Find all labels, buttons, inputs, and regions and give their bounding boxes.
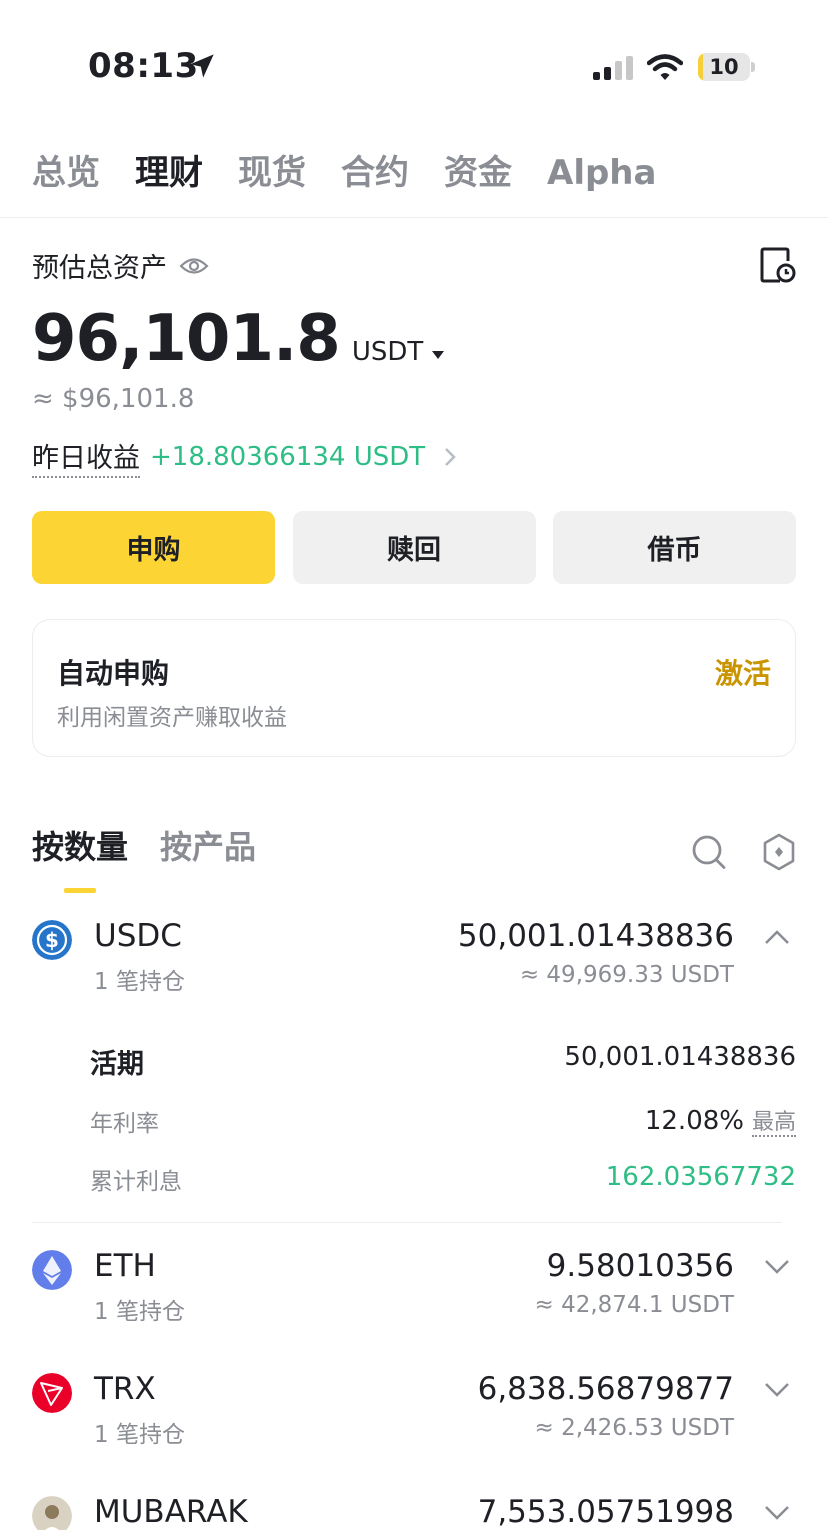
location-arrow-icon bbox=[190, 54, 214, 78]
apr-label: 年利率 bbox=[90, 1111, 159, 1137]
auto-subscribe-title: 自动申购 bbox=[57, 657, 170, 690]
asset-label: 预估总资产 bbox=[32, 253, 167, 284]
approx-usd-value: ≈ $96,101.8 bbox=[32, 384, 195, 414]
coin-amount: 6,838.56879877 bbox=[477, 1371, 734, 1407]
active-tab-indicator bbox=[64, 888, 96, 893]
interest-label: 累计利息 bbox=[90, 1169, 182, 1195]
coin-amount: 50,001.01438836 bbox=[457, 918, 734, 954]
chevron-right-icon[interactable] bbox=[443, 446, 457, 468]
coin-symbol: MUBARAK bbox=[94, 1494, 248, 1530]
activate-button[interactable]: 激活 bbox=[715, 652, 771, 692]
tab-overview[interactable]: 总览 bbox=[32, 150, 100, 200]
top-tabs: 总览 理财 现货 合约 资金 Alpha bbox=[32, 150, 691, 200]
coin-symbol: ETH bbox=[94, 1248, 156, 1284]
trx-coin-icon bbox=[32, 1373, 72, 1413]
coin-symbol: USDC bbox=[94, 918, 182, 954]
usdc-coin-icon: $ bbox=[32, 920, 72, 960]
row-divider bbox=[32, 1222, 782, 1223]
wifi-icon bbox=[647, 54, 683, 80]
coin-amount: 7,553.05751998 bbox=[477, 1494, 734, 1530]
coin-usdt-value: ≈ 49,969.33 USDT bbox=[519, 962, 734, 988]
yesterday-yield-value: +18.80366134 USDT bbox=[150, 442, 426, 472]
coin-positions: 1 笔持仓 bbox=[94, 1422, 185, 1448]
apr-row: 年利率 12.08% 最高 bbox=[90, 1104, 796, 1140]
chevron-down-icon[interactable] bbox=[764, 1381, 790, 1399]
chevron-down-icon[interactable] bbox=[764, 1258, 790, 1276]
asset-row-trx[interactable]: TRX 1 笔持仓 6,838.56879877 ≈ 2,426.53 USDT bbox=[32, 1371, 796, 1453]
total-assets-value: 96,101.8 bbox=[32, 302, 341, 376]
apr-value: 12.08% bbox=[644, 1106, 744, 1136]
total-assets-row: 96,101.8 USDT bbox=[32, 302, 445, 376]
coin-symbol: TRX bbox=[94, 1371, 156, 1407]
asset-row-mubarak[interactable]: MUBARAK 7,553.05751998 bbox=[32, 1494, 796, 1530]
status-time: 08:13 bbox=[88, 46, 199, 86]
borrow-button[interactable]: 借币 bbox=[553, 511, 796, 584]
filter-icon[interactable] bbox=[760, 832, 798, 872]
asset-row-eth[interactable]: ETH 1 笔持仓 9.58010356 ≈ 42,874.1 USDT bbox=[32, 1248, 796, 1330]
chevron-up-icon[interactable] bbox=[764, 928, 790, 946]
asset-row-usdc[interactable]: $ USDC 1 笔持仓 50,001.01438836 ≈ 49,969.33… bbox=[32, 918, 796, 1000]
tab-earn[interactable]: 理财 bbox=[135, 150, 203, 200]
product-amount: 50,001.01438836 bbox=[564, 1042, 796, 1072]
action-buttons: 申购 赎回 借币 bbox=[32, 511, 796, 584]
auto-subscribe-card[interactable]: 自动申购 利用闲置资产赚取收益 激活 bbox=[32, 619, 796, 757]
tab-alpha[interactable]: Alpha bbox=[547, 150, 656, 200]
product-label: 活期 bbox=[90, 1049, 144, 1080]
tab-by-quantity[interactable]: 按数量 bbox=[32, 822, 128, 868]
tabs-divider bbox=[0, 217, 828, 218]
yesterday-yield-row[interactable]: 昨日收益 +18.80366134 USDT bbox=[32, 436, 457, 478]
tab-futures[interactable]: 合约 bbox=[341, 150, 409, 200]
list-tabs: 按数量 按产品 bbox=[32, 822, 288, 868]
caret-down-icon[interactable] bbox=[431, 350, 445, 360]
eth-coin-icon bbox=[32, 1250, 72, 1290]
coin-usdt-value: ≈ 2,426.53 USDT bbox=[534, 1415, 734, 1441]
usdc-detail-panel: 活期 50,001.01438836 年利率 12.08% 最高 累计利息 162… bbox=[90, 1040, 796, 1200]
apr-value-group: 12.08% 最高 bbox=[644, 1104, 796, 1137]
interest-value: 162.03567732 bbox=[605, 1162, 796, 1192]
status-bar: 08:13 10 bbox=[0, 0, 828, 120]
auto-subscribe-description: 利用闲置资产赚取收益 bbox=[57, 705, 287, 731]
eye-icon[interactable] bbox=[179, 255, 209, 277]
chevron-down-icon[interactable] bbox=[764, 1504, 790, 1522]
coin-positions: 1 笔持仓 bbox=[94, 1299, 185, 1325]
mubarak-coin-icon bbox=[32, 1496, 72, 1530]
redeem-button[interactable]: 赎回 bbox=[292, 511, 536, 584]
coin-positions: 1 笔持仓 bbox=[94, 969, 185, 995]
signal-icon bbox=[593, 56, 633, 80]
interest-row: 累计利息 162.03567732 bbox=[90, 1162, 796, 1198]
asset-label-row: 预估总资产 bbox=[32, 246, 209, 285]
subscribe-button[interactable]: 申购 bbox=[32, 511, 275, 584]
search-icon[interactable] bbox=[690, 832, 728, 872]
tab-spot[interactable]: 现货 bbox=[238, 150, 306, 200]
tab-by-product[interactable]: 按产品 bbox=[160, 822, 256, 868]
product-row[interactable]: 活期 50,001.01438836 bbox=[90, 1042, 796, 1080]
battery-level: 10 bbox=[709, 55, 739, 79]
yesterday-yield-label[interactable]: 昨日收益 bbox=[32, 436, 140, 478]
battery-icon: 10 bbox=[698, 53, 756, 81]
tab-funding[interactable]: 资金 bbox=[444, 150, 512, 200]
unit-selector[interactable]: USDT bbox=[352, 337, 423, 367]
history-icon[interactable] bbox=[760, 246, 796, 284]
svg-text:$: $ bbox=[45, 928, 59, 952]
coin-usdt-value: ≈ 42,874.1 USDT bbox=[534, 1292, 734, 1318]
coin-amount: 9.58010356 bbox=[546, 1248, 734, 1284]
apr-max-tag[interactable]: 最高 bbox=[751, 1110, 796, 1137]
